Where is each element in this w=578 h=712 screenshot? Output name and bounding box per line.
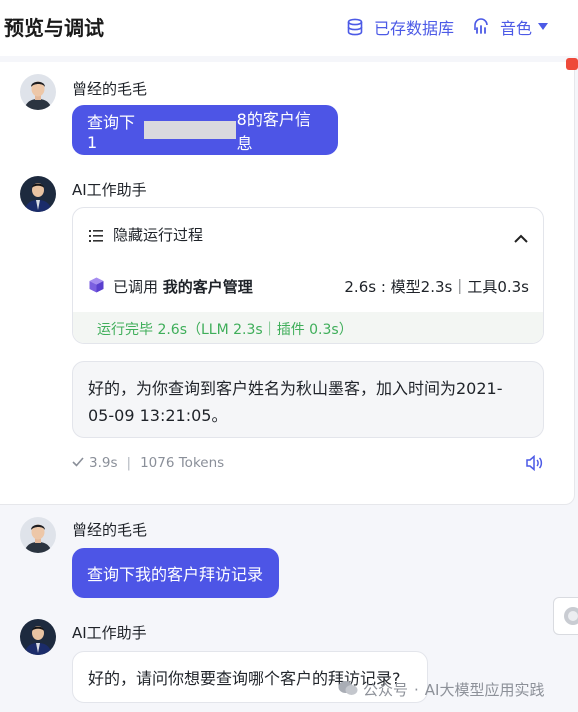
assistant-avatar	[20, 619, 56, 655]
knowledge-base-button[interactable]: 已存数据库	[346, 15, 454, 39]
assistant-avatar	[20, 176, 56, 212]
floating-side-button[interactable]	[553, 597, 578, 635]
sender-name: AI工作助手	[72, 624, 147, 642]
sender-name: 曾经的毛毛	[72, 521, 148, 539]
meta-divider: |	[126, 455, 132, 471]
wechat-icon	[338, 680, 358, 700]
assistant-message-text: 好的，为你查询到客户姓名为秋山墨客，加入时间为2021-05-09 13:21:…	[88, 379, 503, 425]
called-prefix: 已调用	[113, 278, 159, 296]
voice-label: 音色	[500, 19, 533, 38]
run-complete-text: 运行完毕 2.6s（LLM 2.3s｜插件 0.3s）	[97, 322, 353, 338]
tool-name: 我的客户管理	[162, 278, 253, 296]
watermark-source: 公众号	[363, 681, 409, 699]
process-toggle-row[interactable]: 隐藏运行过程	[73, 208, 543, 258]
sender-name: 曾经的毛毛	[72, 80, 148, 98]
caret-down-icon	[538, 23, 549, 31]
voice-icon	[472, 18, 490, 36]
run-process-card: 隐藏运行过程 已调用 我的客户管理 2.6s : 模型2.3s｜工具0.3s 运…	[72, 207, 544, 344]
voice-selector[interactable]: 音色	[472, 15, 549, 39]
user-avatar	[20, 517, 56, 553]
check-icon	[72, 455, 84, 471]
user-message-text-end: 8的客户信息	[236, 110, 311, 153]
cube-icon	[89, 277, 104, 297]
assistant-message-bubble: 好的，为你查询到客户姓名为秋山墨客，加入时间为2021-05-09 13:21:…	[72, 361, 544, 438]
watermark-account: AI大模型应用实践	[424, 681, 545, 699]
database-icon	[346, 18, 364, 36]
tool-timing: 2.6s : 模型2.3s｜工具0.3s	[344, 278, 529, 296]
watermark: 公众号 · AI大模型应用实践	[338, 679, 544, 700]
watermark-separator: ·	[414, 680, 419, 699]
chevron-up-icon[interactable]	[514, 228, 528, 247]
knowledge-base-label: 已存数据库	[374, 19, 455, 38]
user-message-text-start: 查询下1	[87, 112, 136, 152]
list-icon	[89, 227, 103, 246]
user-message-bubble: 查询下1 8的客户信息	[72, 105, 338, 155]
header-bar: 预览与调试 已存数据库 音色	[0, 0, 578, 56]
tool-call-label: 已调用 我的客户管理	[113, 276, 253, 297]
page-title: 预览与调试	[4, 16, 104, 40]
response-meta: 3.9s | 1076 Tokens	[72, 455, 224, 471]
refresh-icon	[564, 607, 578, 625]
user-message-bubble: 查询下我的客户拜访记录	[72, 548, 279, 598]
tool-call-row: 已调用 我的客户管理 2.6s : 模型2.3s｜工具0.3s	[73, 260, 543, 312]
panel-badge	[566, 58, 578, 70]
run-complete-row: 运行完毕 2.6s（LLM 2.3s｜插件 0.3s）	[73, 312, 543, 343]
user-avatar	[20, 74, 56, 110]
token-count: 1076 Tokens	[140, 455, 225, 471]
sender-name: AI工作助手	[72, 181, 147, 199]
redacted-block	[143, 121, 236, 139]
user-message-text: 查询下我的客户拜访记录	[87, 565, 264, 584]
process-toggle-label: 隐藏运行过程	[113, 226, 204, 244]
speaker-icon[interactable]	[526, 454, 544, 475]
response-duration: 3.9s	[89, 455, 118, 471]
